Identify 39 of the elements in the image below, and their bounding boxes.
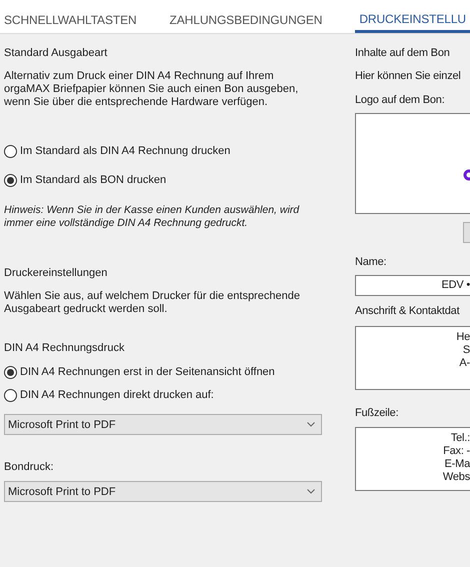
description-text: Hier können Sie einzel: [355, 70, 462, 83]
text-line: Webs: [442, 471, 470, 484]
description-text: Wählen Sie aus, auf welchem Drucker für die entsprechende Ausgabeart gedruckt werden soll.: [4, 290, 301, 316]
footer-field[interactable]: Tel.: Fax: - E-Ma Webs: [355, 427, 470, 491]
text-line: S: [462, 344, 470, 357]
subsection-heading: DIN A4 Rechnungsdruck: [4, 342, 126, 355]
text-line: He: [456, 331, 470, 344]
section-heading: Inhalte auf dem Bon: [355, 47, 451, 60]
tab[interactable]: SCHNELLWAHLTASTEN: [4, 0, 137, 33]
field-label: Name:: [355, 256, 388, 269]
printer-dropdown[interactable]: Microsoft Print to PDF: [4, 414, 322, 435]
radio-label[interactable]: Im Standard als DIN A4 Rechnung drucken: [20, 145, 230, 157]
field-label: Bondruck:: [4, 461, 55, 474]
name-field[interactable]: EDV •: [355, 275, 470, 296]
address-field[interactable]: He S A-: [355, 326, 470, 390]
radio-label[interactable]: Im Standard als BON drucken: [20, 174, 166, 186]
text-line: E-Ma: [444, 458, 470, 471]
radio-label[interactable]: DIN A4 Rechnungen direkt drucken auf:: [20, 389, 214, 401]
radio-button[interactable]: [4, 388, 17, 402]
text-line: A-: [459, 357, 470, 370]
section-heading: Standard Ausgabeart: [4, 47, 108, 60]
section-heading: Druckereinstellungen: [4, 267, 108, 280]
printer-dropdown[interactable]: Microsoft Print to PDF: [4, 481, 322, 502]
hint-text: Hinweis: Wenn Sie in der Kasse einen Kunden auswählen, wird immer eine vollständige DIN A4 Rechnung gedruckt.: [4, 204, 300, 230]
tab[interactable]: DRUCKEINSTELLU: [355, 0, 470, 33]
radio-button[interactable]: [4, 366, 17, 378]
text-line: Tel.:: [450, 432, 470, 445]
tab[interactable]: ZAHLUNGSBEDINGUNGEN: [170, 0, 322, 33]
radio-label[interactable]: DIN A4 Rechnungen erst in der Seitenansicht öffnen: [20, 366, 275, 378]
radio-button[interactable]: [4, 174, 17, 186]
ring-icon: [463, 169, 470, 181]
field-label: Fußzeile:: [355, 407, 400, 420]
field-label: Anschrift & Kontaktdat: [355, 305, 461, 318]
description-text: Alternativ zum Druck einer DIN A4 Rechnung auf Ihrem orgaMAX Briefpapier können Sie auch einen Bon ausgeben, wenn Sie über die entsprechende Hardware verfügen.: [4, 70, 300, 109]
radio-button[interactable]: [4, 144, 17, 158]
text-line: Fax: -: [443, 445, 470, 458]
field-label: Logo auf dem Bon:: [355, 94, 446, 107]
chevron-down-icon: [307, 489, 315, 494]
chevron-down-icon: [307, 422, 315, 427]
